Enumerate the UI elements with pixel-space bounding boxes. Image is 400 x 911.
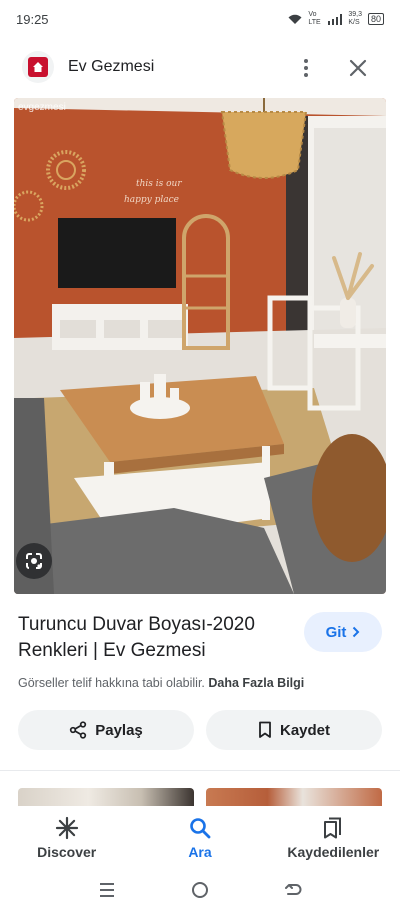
result-image[interactable]: this is our happy place evgezmesi [14, 98, 386, 594]
share-button[interactable]: Paylaş [18, 710, 194, 750]
lens-icon [26, 553, 42, 569]
visit-label: Git [325, 623, 347, 641]
speed-unit: K/S [348, 19, 360, 26]
share-icon [70, 721, 87, 739]
image-watermark: evgezmesi [18, 102, 66, 113]
related-image[interactable] [206, 788, 382, 806]
wifi-icon [288, 14, 302, 24]
more-options-icon[interactable] [294, 54, 318, 82]
system-navigation-bar [0, 868, 400, 911]
asterisk-icon [55, 816, 78, 840]
signal-icon [328, 13, 343, 25]
bookmark-icon [259, 721, 271, 738]
nav-search[interactable]: Ara [133, 806, 266, 868]
house-icon [28, 57, 48, 77]
status-bar: 19:25 Vo LTE 39,3 K/S 80 [0, 0, 400, 38]
back-icon[interactable] [284, 882, 302, 898]
visit-button[interactable]: Git [304, 612, 382, 652]
home-icon[interactable] [191, 881, 209, 899]
more-info-link[interactable]: Daha Fazla Bilgi [208, 676, 304, 690]
image-viewer-screen: 19:25 Vo LTE 39,3 K/S 80 Ev Gezmesi this… [0, 0, 400, 911]
network-label: Vo LTE [308, 11, 321, 26]
nav-discover[interactable]: Discover [0, 806, 133, 868]
divider [0, 770, 400, 771]
battery-icon: 80 [367, 13, 384, 25]
speed-indicator: 39,3 K/S [348, 11, 362, 27]
save-label: Kaydet [279, 721, 331, 739]
search-icon [190, 818, 211, 839]
status-time: 19:25 [16, 11, 49, 27]
close-icon[interactable] [344, 54, 372, 82]
status-icons: Vo LTE 39,3 K/S 80 [288, 11, 384, 27]
nav-discover-label: Discover [37, 844, 97, 860]
nav-search-label: Ara [188, 844, 212, 860]
speed-value: 39,3 [348, 11, 362, 18]
wall-text-line2: happy place [124, 195, 179, 205]
nav-saved-label: Kaydedilenler [287, 844, 380, 860]
bookmarks-icon [324, 817, 342, 839]
recent-apps-icon[interactable] [98, 882, 116, 898]
nav-saved[interactable]: Kaydedilenler [267, 806, 400, 868]
site-logo[interactable] [22, 51, 54, 83]
bottom-navigation: Discover Ara Kaydedilenler [0, 806, 400, 868]
related-image[interactable] [18, 788, 194, 806]
result-title[interactable]: Turuncu Duvar Boyası-2020 Renkleri | Ev … [18, 612, 288, 664]
google-lens-button[interactable] [16, 543, 52, 579]
save-button[interactable]: Kaydet [206, 710, 382, 750]
site-name[interactable]: Ev Gezmesi [68, 58, 154, 76]
copyright-text: Görseller telif hakkına tabi olabilir. [18, 676, 205, 690]
wall-text-line1: this is our [136, 179, 182, 189]
header: Ev Gezmesi [0, 44, 400, 94]
copyright-notice: Görseller telif hakkına tabi olabilir. D… [18, 676, 304, 690]
chevron-right-icon [353, 626, 360, 638]
share-label: Paylaş [95, 721, 143, 739]
